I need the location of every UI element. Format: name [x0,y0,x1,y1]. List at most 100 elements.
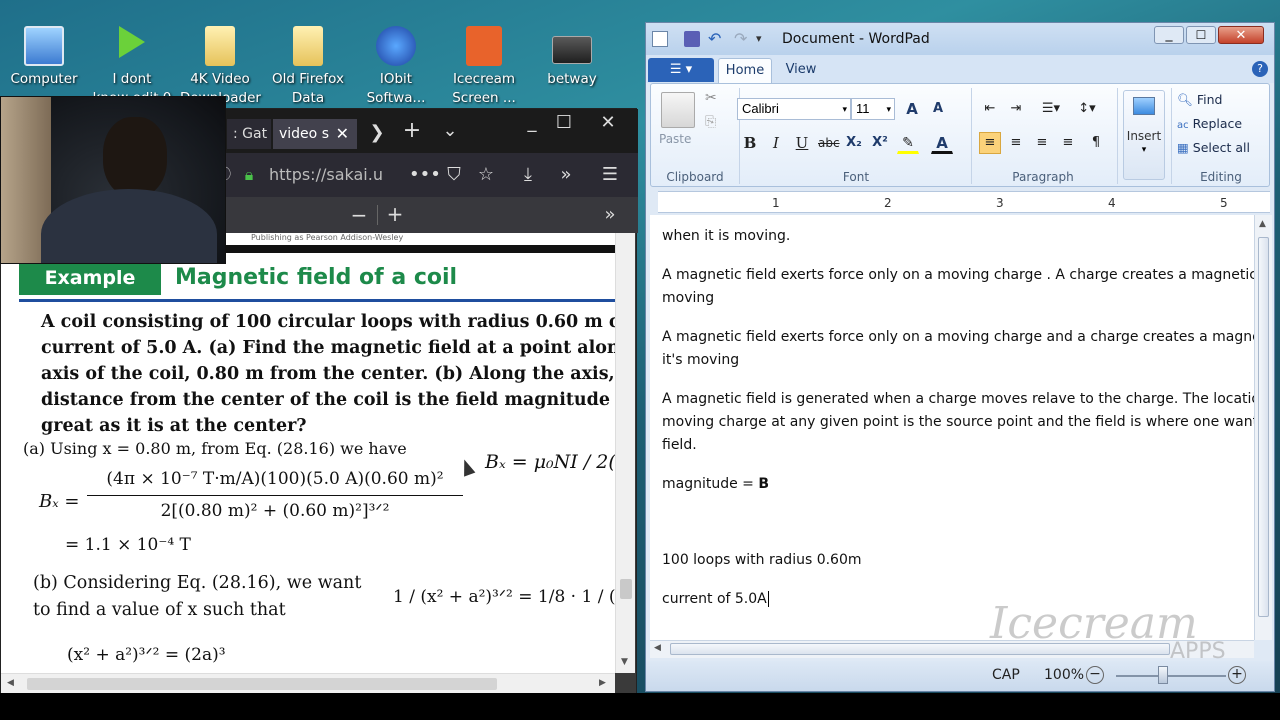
superscript-button[interactable]: X² [869,132,891,154]
replace-button[interactable]: ac Replace [1177,116,1242,131]
minimize-icon[interactable]: _ [1154,26,1184,44]
problem-line: axis of the coil, 0.80 m from the center… [41,364,623,384]
align-right-icon[interactable]: ≡ [1031,132,1053,154]
application-menu-button[interactable]: ☰ ▾ [648,58,714,82]
wordpad-app-icon [652,31,668,47]
fraction-bar [87,495,463,496]
undo-icon[interactable]: ↶ [708,23,721,55]
problem-text: A coil consisting of 100 circular loops … [41,309,623,439]
equation-right: Bₓ = μ₀NI / 2(x² + [485,451,623,473]
part-a-text: (a) Using x = 0.80 m, from Eq. (28.16) w… [23,439,407,458]
find-button[interactable]: 🔍︎ Find [1177,92,1222,108]
scroll-down-icon[interactable]: ▼ [621,657,628,667]
font-size-select[interactable]: 11 ▾ [851,98,895,120]
grow-font-icon[interactable]: A [901,98,923,120]
save-icon[interactable] [684,31,700,47]
scroll-left-icon[interactable]: ◀ [654,643,661,653]
tab-gat[interactable]: : Gat [227,119,271,149]
font-name-value: Calibri [742,101,779,116]
bookmark-star-icon[interactable]: ☆ [475,165,497,185]
zoom-out-icon[interactable]: − [349,205,369,225]
maximize-icon[interactable]: ☐ [553,113,575,133]
line-spacing-icon[interactable]: ↕▾ [1071,98,1103,120]
tab-home[interactable]: Home [718,58,772,84]
tab-video-label: video s [279,126,329,142]
minimize-icon[interactable]: _ [521,113,543,133]
maximize-icon[interactable]: ☐ [1186,26,1216,44]
document-vertical-scrollbar[interactable]: ▲ [1254,215,1272,640]
cut-icon[interactable]: ✂ [705,90,717,106]
webcam-person-body [41,189,217,263]
group-font-label: Font [842,170,870,184]
scroll-left-icon[interactable]: ◀ [7,678,14,688]
bullets-icon[interactable]: ☰▾ [1035,98,1067,120]
paragraph-dialog-icon[interactable]: ¶ [1085,132,1107,154]
doc-line: when it is moving. [662,228,791,244]
desktop-icon-old-firefox[interactable]: Old Firefox Data [268,26,348,108]
equation-b-denominator: 2[(0.80 m)² + (0.60 m)²]³ᐟ² [160,501,390,521]
download-icon[interactable]: ⤓ [517,165,539,185]
paste-label[interactable]: Paste [659,132,691,146]
example-number: Example 28.6 [19,261,161,323]
paste-icon[interactable] [661,92,695,128]
quick-access-dropdown-icon[interactable]: ▾ [756,23,762,55]
page-actions-icon[interactable]: ••• [409,165,441,185]
font-size-value: 11 [856,101,870,116]
chevron-down-icon[interactable]: ⌄ [439,121,461,141]
problem-line: distance from the center of the coil is … [41,390,611,410]
strikethrough-button[interactable]: abc [817,132,840,154]
new-tab-icon[interactable]: + [401,120,423,142]
align-center-icon[interactable]: ≡ [1005,132,1027,154]
scroll-right-icon[interactable]: ▶ [599,678,606,688]
bold-button[interactable]: B [739,132,761,154]
scroll-up-icon[interactable]: ▲ [1259,219,1266,229]
align-left-icon[interactable]: ≡ [979,132,1001,154]
ruler[interactable]: 1 2 3 4 5 [658,191,1270,213]
chevron-right-icon[interactable]: ❯ [367,123,387,143]
close-window-icon[interactable]: ✕ [1218,26,1264,44]
decrease-indent-icon[interactable]: ⇤ [979,98,1001,120]
highlight-color-icon[interactable]: ✎ [897,132,919,154]
overflow-icon[interactable]: » [555,165,577,185]
increase-indent-icon[interactable]: ⇥ [1005,98,1027,120]
desktop-icon-betway[interactable]: betway [532,26,612,89]
pdf-horizontal-scrollbar[interactable]: ◀ ▶ [1,673,615,695]
justify-icon[interactable]: ≡ [1057,132,1079,154]
insert-button[interactable]: Insert ▾ [1123,90,1165,180]
scroll-thumb[interactable] [27,678,497,690]
zoom-in-icon[interactable]: + [385,204,405,224]
font-color-icon[interactable]: A [931,132,953,154]
copy-icon[interactable]: ⎘ [705,114,716,130]
font-name-select[interactable]: Calibri ▾ [737,98,851,120]
tab-view[interactable]: View [776,58,826,82]
equation-d: (x² + a²)³ᐟ² = (2a)³ [67,645,226,665]
desktop-icon-iobit[interactable]: IObit Softwa... [356,26,436,108]
close-window-icon[interactable]: ✕ [597,113,619,133]
desktop-icon-computer[interactable]: Computer [4,26,84,89]
close-tab-icon[interactable]: ✕ [336,119,349,149]
ruler-mark: 2 [884,196,892,210]
underline-button[interactable]: U [791,132,813,154]
document-text[interactable]: when it is moving. A magnetic field exer… [662,225,1254,627]
pdf-vertical-scrollbar[interactable]: ▼ [615,233,635,673]
italic-button[interactable]: I [765,132,787,154]
iobit-icon [376,26,416,66]
subscript-button[interactable]: X₂ [843,132,865,154]
ribbon: Paste ✂ ⎘ Clipboard Calibri ▾ 11 ▾ A A B I… [650,83,1270,187]
tab-video[interactable]: video s ✕ [273,119,357,149]
desktop-icon-icecream[interactable]: Icecream Screen ... [444,26,524,108]
document-area[interactable]: when it is moving. A magnetic field exer… [650,215,1254,640]
desktop-icon-label: Old Firefox [272,71,344,87]
doc-line: A magnetic field exerts force only on a … [662,329,1254,345]
equation-b-numerator: (4π × 10⁻⁷ T·m/A)(100)(5.0 A)(0.60 m)² [106,469,444,489]
redo-icon[interactable]: ↷ [734,23,747,55]
scroll-thumb[interactable] [1258,237,1269,617]
shrink-font-icon[interactable]: A [927,98,949,120]
help-icon[interactable]: ? [1252,61,1268,77]
scroll-thumb[interactable] [620,579,632,599]
pdf-page: Publishing as Pearson Addison-Wesley Exa… [1,233,623,673]
menu-icon[interactable]: ☰ [599,165,621,185]
pocket-icon[interactable]: ⛉ [443,165,465,185]
select-all-button[interactable]: ▦ Select all [1177,140,1250,155]
tools-overflow-icon[interactable]: » [599,205,621,225]
